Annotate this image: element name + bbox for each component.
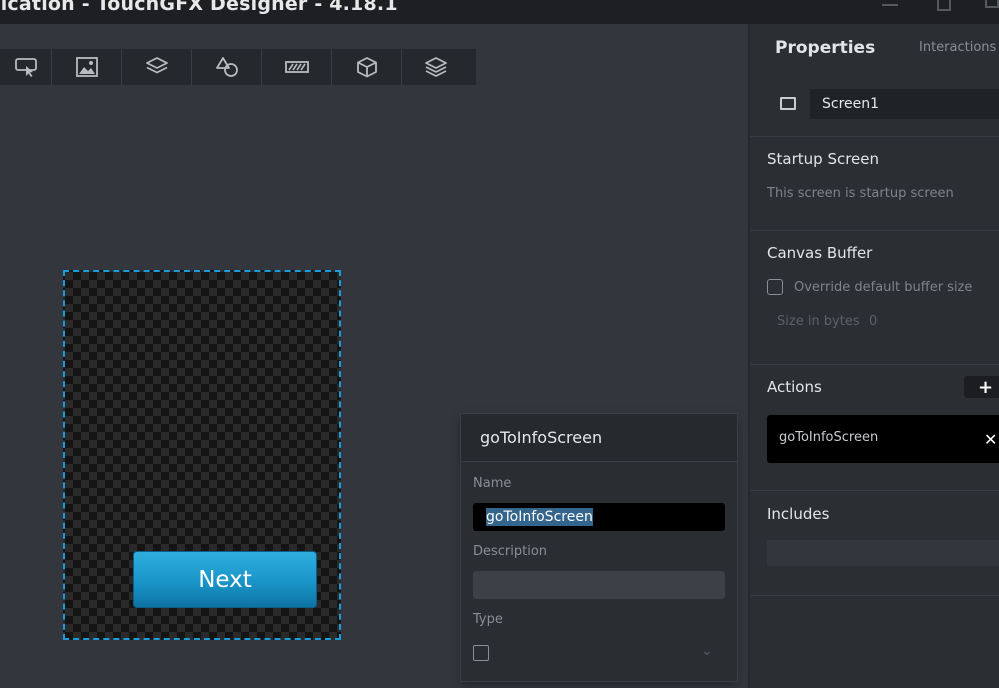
add-action-button[interactable]: + (964, 376, 999, 398)
startup-screen-title: Startup Screen (767, 150, 880, 168)
image-icon (75, 57, 98, 77)
maximize-icon[interactable] (982, 0, 999, 16)
override-buffer-checkbox[interactable] (767, 279, 783, 295)
title-bar: lication - TouchGFX Designer - 4.18.1 (0, 0, 999, 24)
screen-name-field[interactable]: Screen1 (810, 89, 999, 119)
interaction-popup: goToInfoScreen Name goToInfoScreen Descr… (461, 414, 737, 681)
tab-properties[interactable]: Properties (775, 38, 875, 58)
layers-icon (425, 57, 447, 77)
startup-screen-text: This screen is startup screen (767, 186, 954, 201)
popup-title: goToInfoScreen (461, 414, 737, 462)
divider (750, 595, 999, 596)
name-value: goToInfoScreen (486, 508, 593, 526)
tool-shapes[interactable] (192, 49, 262, 85)
size-in-bytes-value: 0 (869, 314, 878, 329)
divider (750, 136, 999, 137)
remove-action-icon[interactable]: ✕ (984, 430, 997, 449)
override-buffer-label: Override default buffer size (794, 280, 973, 295)
restore-icon[interactable] (934, 0, 954, 16)
tool-progress[interactable] (262, 49, 332, 85)
description-field[interactable] (473, 571, 725, 599)
name-label: Name (473, 476, 512, 491)
3d-box-icon (356, 57, 377, 78)
tool-layers[interactable] (402, 49, 470, 85)
interaction-icon (14, 58, 37, 77)
tool-3d[interactable] (332, 49, 402, 85)
progress-icon (284, 61, 309, 73)
properties-sidebar: Properties Interactions Screen1 Startup … (748, 24, 999, 688)
includes-field[interactable] (767, 540, 999, 566)
next-button[interactable]: Next (133, 551, 317, 608)
canvas-buffer-title: Canvas Buffer (767, 244, 873, 262)
divider (750, 364, 999, 365)
window-title: lication - TouchGFX Designer - 4.18.1 (0, 0, 398, 15)
tab-interactions[interactable]: Interactions (919, 40, 996, 55)
container-icon (145, 57, 168, 74)
size-in-bytes-label: Size in bytes (777, 314, 860, 329)
description-label: Description (473, 544, 548, 559)
divider (750, 230, 999, 231)
name-field[interactable]: goToInfoScreen (473, 503, 725, 531)
actions-title: Actions (767, 378, 822, 396)
widget-toolbar (0, 49, 476, 85)
tool-interaction[interactable] (0, 49, 52, 85)
chevron-down-icon[interactable]: ⌄ (701, 643, 713, 659)
tool-image[interactable] (52, 49, 122, 85)
type-checkbox[interactable] (473, 645, 489, 661)
shapes-icon (215, 57, 238, 77)
type-label: Type (473, 612, 503, 627)
screen-icon (780, 97, 796, 110)
tool-container[interactable] (122, 49, 192, 85)
action-item[interactable]: goToInfoScreen (767, 415, 999, 463)
includes-title: Includes (767, 505, 830, 523)
minimize-icon[interactable] (880, 0, 900, 16)
divider (750, 490, 999, 491)
